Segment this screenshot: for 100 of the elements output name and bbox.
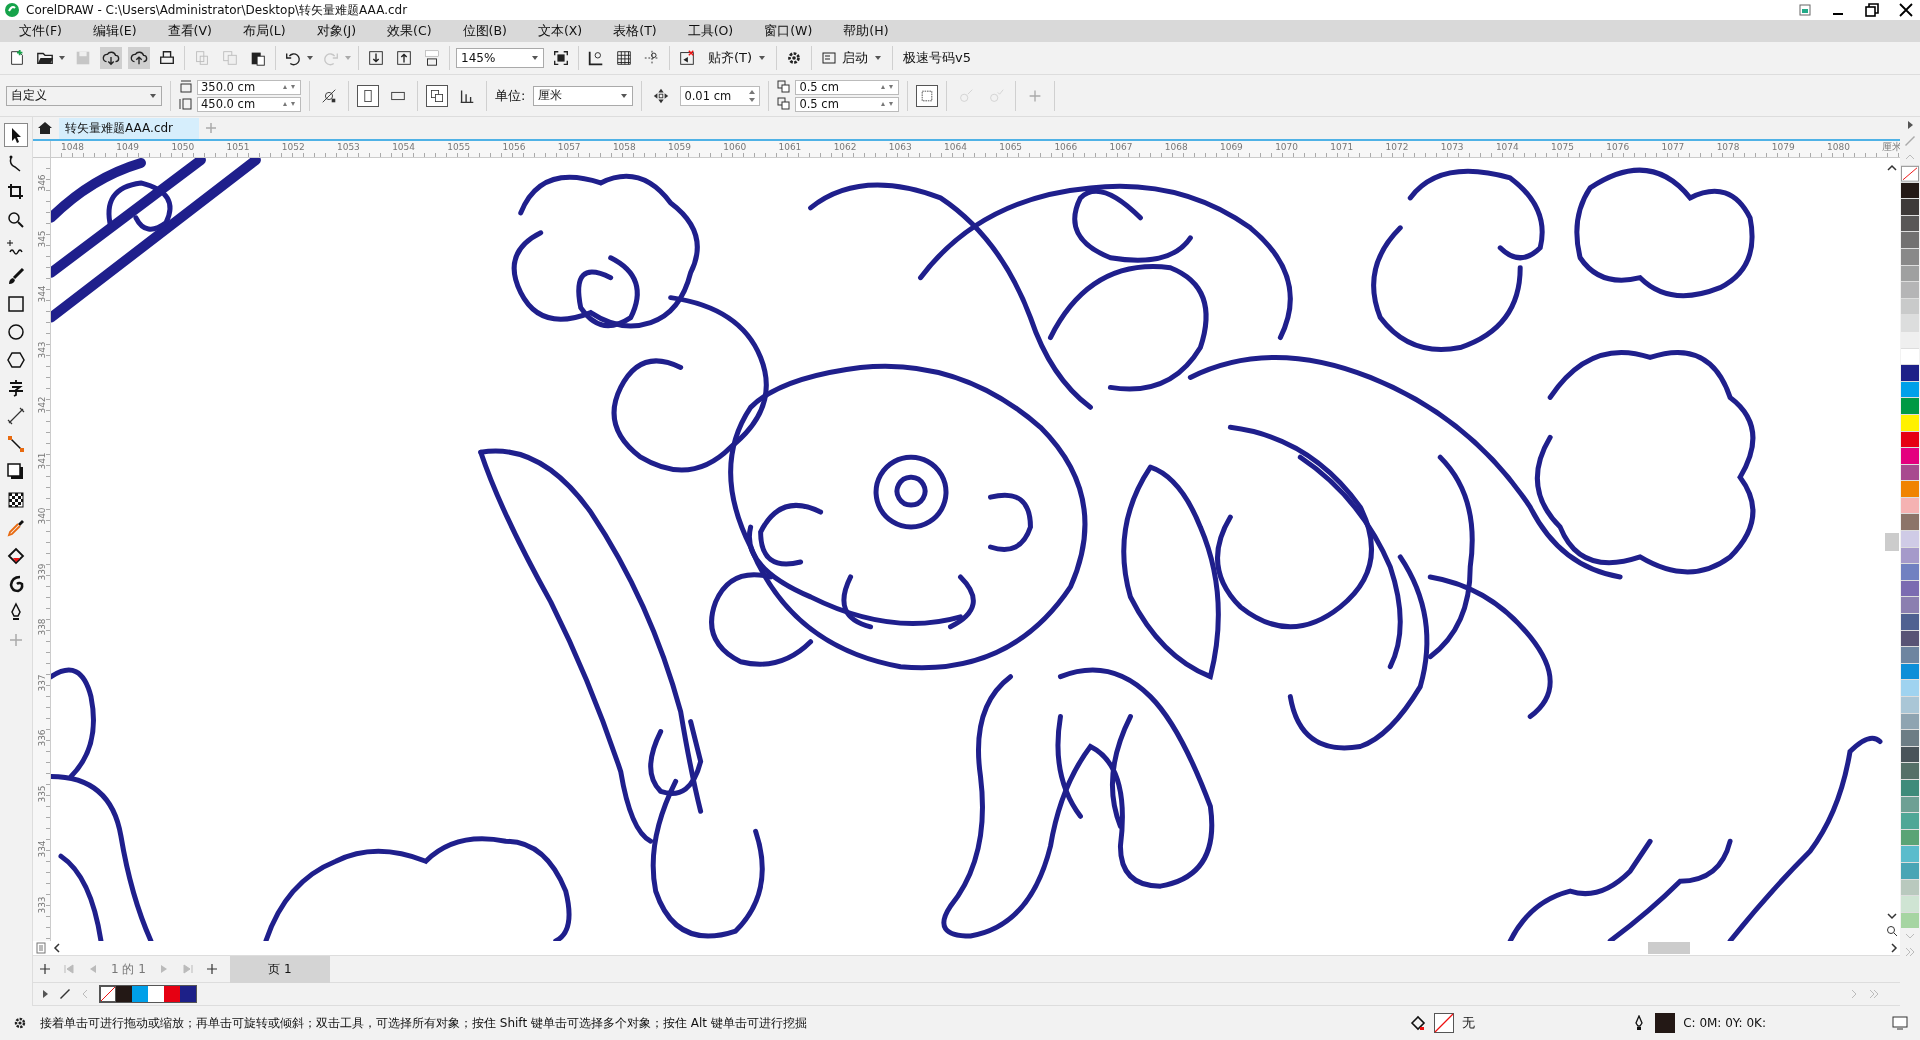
picture-icon[interactable] [1798, 3, 1812, 17]
pick-tool-icon[interactable] [4, 123, 28, 147]
color-swatch[interactable] [1901, 613, 1919, 630]
transparency-icon[interactable] [5, 489, 27, 511]
zoom-icon[interactable] [1885, 925, 1898, 937]
color-swatch[interactable] [1901, 530, 1919, 547]
document-tab[interactable]: 转矢量难题AAA.cdr [59, 117, 200, 139]
scroll-right-icon[interactable] [1888, 942, 1900, 954]
color-swatch[interactable] [1901, 447, 1919, 464]
page-tab[interactable]: 页 1 [229, 955, 330, 983]
menu-item[interactable]: 表格(T) [604, 22, 666, 40]
color-swatch[interactable] [148, 986, 164, 1002]
restore-icon[interactable] [1864, 2, 1880, 18]
snap-to-dropdown[interactable]: 贴齐(T) [704, 49, 771, 67]
portrait-icon[interactable] [357, 84, 379, 107]
settings-icon[interactable] [12, 1015, 28, 1031]
color-swatch[interactable] [116, 986, 132, 1002]
cloud-download-icon[interactable] [100, 47, 122, 69]
color-swatch[interactable] [132, 986, 148, 1002]
dimension-tool-icon[interactable] [5, 405, 27, 427]
menu-item[interactable]: 效果(C) [378, 22, 441, 40]
menu-item[interactable]: 文本(X) [528, 22, 592, 40]
color-swatch[interactable] [180, 986, 196, 1002]
add-page-icon[interactable] [39, 963, 51, 975]
duplicate-x-field[interactable]: 0.5 cm [795, 79, 900, 95]
menu-item[interactable]: 编辑(E) [83, 22, 146, 40]
ellipse-tool-icon[interactable] [5, 321, 27, 343]
ruler-label: 1049 [116, 141, 141, 153]
color-swatch[interactable] [1901, 696, 1919, 713]
caret-icon[interactable] [58, 54, 66, 62]
menu-item[interactable]: 窗口(W) [755, 22, 822, 40]
menu-item[interactable]: 文件(F) [10, 22, 71, 40]
home-icon[interactable] [37, 120, 53, 136]
color-swatch[interactable] [1901, 895, 1919, 912]
plugin-button[interactable]: 极速号码v5 [899, 49, 976, 67]
ruler-label: 341 [36, 451, 47, 470]
vertical-ruler[interactable]: 346 345 344 343 342 341 340 339 338 337 336 335 334 333 [33, 158, 51, 941]
nudge-distance-field[interactable]: 0.01 cm [680, 85, 761, 106]
ruler-label: 1054 [392, 141, 417, 153]
page-count: 1 的 1 [111, 960, 146, 978]
polygon-tool-icon[interactable] [5, 349, 27, 371]
no-fill-swatch[interactable] [1434, 1013, 1455, 1033]
launch-dropdown[interactable]: 启动 [818, 49, 887, 67]
menu-item[interactable]: 布局(L) [233, 22, 295, 40]
fill-bucket-icon[interactable] [5, 545, 27, 567]
ruler-label: 1077 [1661, 141, 1686, 153]
close-icon[interactable] [1898, 2, 1914, 18]
color-swatch[interactable] [1901, 231, 1919, 248]
scrollbar-thumb[interactable] [1884, 533, 1899, 551]
color-swatch[interactable] [1901, 679, 1919, 696]
color-swatch[interactable] [1901, 513, 1919, 531]
menu-item[interactable]: 工具(O) [678, 22, 743, 40]
page-size-dropdown[interactable]: 自定义 [6, 85, 162, 106]
page-width-field[interactable]: 350.0 cm [197, 79, 301, 95]
duplicate-y-icon [777, 97, 792, 111]
color-swatch[interactable] [1901, 762, 1919, 779]
outline-color-swatch[interactable] [1655, 1013, 1676, 1033]
scroll-left-icon[interactable] [51, 942, 63, 954]
menu-item[interactable]: 位图(B) [453, 22, 516, 40]
caret-icon [758, 54, 767, 62]
ruler-label: 1060 [723, 141, 748, 153]
duplicate-y-field[interactable]: 0.5 cm [795, 96, 900, 112]
ruler-label: 336 [36, 729, 47, 747]
no-color-swatch[interactable] [1901, 165, 1919, 182]
page-height-field[interactable]: 450.0 cm [197, 96, 301, 112]
document-icon[interactable] [35, 942, 47, 954]
ruler-label: 1066 [1054, 141, 1079, 153]
connector-tool-icon[interactable] [5, 433, 27, 455]
zoom-level-dropdown[interactable]: 145% [456, 48, 544, 68]
unit-dropdown[interactable]: 厘米 [533, 85, 634, 106]
menu-item[interactable]: 查看(V) [158, 22, 221, 40]
add-page-icon[interactable] [205, 963, 218, 975]
bleed-frame-icon[interactable] [916, 84, 939, 107]
ruler-label: 1080 [1827, 141, 1851, 153]
scrollbar-thumb[interactable] [1648, 942, 1690, 954]
cloud-upload-icon[interactable] [128, 47, 150, 69]
caret-icon[interactable] [306, 54, 314, 62]
color-swatch[interactable] [1901, 314, 1919, 331]
color-swatch[interactable] [1901, 480, 1919, 497]
no-color-swatch[interactable] [100, 986, 116, 1002]
color-swatch[interactable] [1901, 596, 1919, 614]
scroll-down-icon[interactable] [1885, 910, 1898, 922]
rectangle-tool-icon[interactable] [5, 293, 27, 315]
color-swatch[interactable] [1901, 198, 1919, 215]
color-swatch[interactable] [1901, 646, 1919, 663]
unit-label: 单位: [495, 86, 526, 105]
color-swatch[interactable] [1901, 812, 1919, 829]
color-swatch[interactable] [1901, 845, 1919, 862]
color-swatch[interactable] [1901, 364, 1919, 381]
color-swatch[interactable] [1901, 729, 1919, 746]
eyedropper-icon[interactable] [59, 988, 71, 1000]
ruler-label: 344 [36, 285, 47, 303]
color-swatch[interactable] [1901, 397, 1919, 414]
menu-item[interactable]: 帮助(H) [834, 22, 898, 40]
menu-item[interactable]: 对象(J) [307, 22, 366, 40]
monitor-icon[interactable] [1892, 1015, 1908, 1031]
color-swatch[interactable] [1901, 563, 1919, 580]
color-swatch[interactable] [164, 986, 180, 1002]
color-swatch[interactable] [1901, 281, 1919, 298]
pages-icon[interactable] [426, 84, 448, 107]
